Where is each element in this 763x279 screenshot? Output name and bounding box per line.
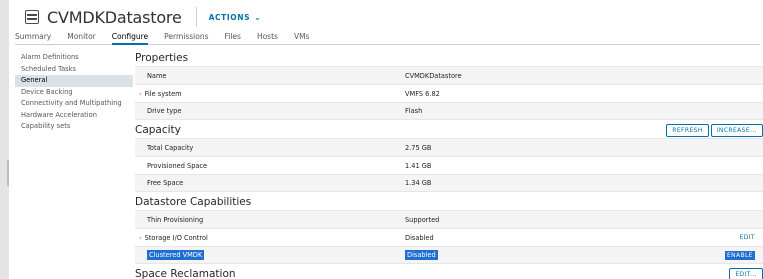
table-row: Free Space 1.34 GB: [135, 174, 763, 192]
row-label-expandable[interactable]: › Storage I/O Control: [139, 233, 208, 242]
tab-permissions[interactable]: Permissions: [164, 30, 208, 45]
table-row[interactable]: › File system VMFS 6.82: [135, 84, 763, 102]
clustered-vmdk-enable-link[interactable]: ENABLE: [724, 250, 755, 260]
datastore-view: CVMDKDatastore ACTIONS ⌄ Summary Monitor…: [9, 0, 763, 279]
left-panel-rail: [0, 0, 9, 279]
row-value: Flash: [405, 107, 423, 115]
row-value: 1.41 GB: [405, 161, 432, 170]
space-reclamation-buttons: EDIT...: [727, 267, 763, 279]
table-row: Total Capacity 2.75 GB: [135, 138, 763, 156]
row-value: CVMDKDatastore: [405, 71, 462, 80]
row-label-text: File system: [144, 89, 182, 98]
sidebar-item-capability-sets[interactable]: Capability sets: [15, 121, 133, 133]
header-divider: [195, 7, 197, 27]
tab-files[interactable]: Files: [224, 30, 240, 45]
sidebar-item-hardware-acceleration[interactable]: Hardware Acceleration: [15, 110, 133, 122]
sidebar-item-device-backing[interactable]: Device Backing: [15, 87, 133, 99]
sidebar-item-general[interactable]: General: [15, 75, 133, 87]
capacity-title: Capacity: [135, 124, 181, 136]
row-label-expandable[interactable]: › File system: [139, 89, 182, 98]
properties-header: Properties: [135, 50, 763, 66]
row-label: Provisioned Space: [147, 161, 208, 170]
table-row: Drive type Flash: [135, 102, 763, 120]
capacity-buttons: REFRESH INCREASE...: [664, 123, 763, 137]
row-label: Total Capacity: [147, 143, 194, 152]
capabilities-header: Datastore Capabilities: [135, 194, 763, 210]
storage-io-edit-link[interactable]: EDIT: [740, 234, 755, 241]
row-label: Drive type: [147, 107, 182, 115]
space-reclamation-edit-button[interactable]: EDIT...: [729, 267, 763, 279]
tab-monitor[interactable]: Monitor: [67, 30, 96, 45]
row-label: Thin Provisioning: [147, 215, 204, 224]
capacity-header: Capacity REFRESH INCREASE...: [135, 122, 763, 138]
datastore-icon: [25, 10, 39, 24]
tab-vms[interactable]: VMs: [294, 30, 310, 45]
table-row[interactable]: › Storage I/O Control Disabled EDIT: [135, 228, 763, 246]
chevron-right-icon[interactable]: ›: [139, 90, 142, 98]
tab-bar: Summary Monitor Configure Permissions Fi…: [15, 30, 760, 45]
table-row: Provisioned Space 1.41 GB: [135, 156, 763, 174]
row-label-text: Storage I/O Control: [144, 233, 208, 242]
properties-title: Properties: [135, 52, 189, 64]
configure-sidebar: Alarm Definitions Scheduled Tasks Genera…: [15, 52, 133, 133]
sidebar-item-alarm-definitions[interactable]: Alarm Definitions: [15, 52, 133, 64]
row-label: Clustered VMDK: [147, 250, 205, 260]
row-label: Name: [147, 71, 167, 80]
chevron-right-icon[interactable]: ›: [139, 234, 142, 242]
capabilities-title: Datastore Capabilities: [135, 196, 252, 208]
tab-hosts[interactable]: Hosts: [257, 30, 278, 45]
sidebar-item-scheduled-tasks[interactable]: Scheduled Tasks: [15, 64, 133, 76]
actions-label[interactable]: ACTIONS: [209, 13, 250, 22]
space-reclamation-title: Space Reclamation: [135, 268, 236, 279]
table-row: Name CVMDKDatastore: [135, 66, 763, 84]
tab-summary[interactable]: Summary: [15, 30, 51, 45]
row-value: Disabled: [405, 250, 438, 260]
row-value: 1.34 GB: [405, 179, 432, 187]
row-value: VMFS 6.82: [405, 89, 440, 98]
sidebar-item-connectivity[interactable]: Connectivity and Multipathing: [15, 98, 133, 110]
header: CVMDKDatastore ACTIONS ⌄: [25, 6, 261, 28]
space-reclamation-header: Space Reclamation EDIT...: [135, 266, 763, 279]
row-value: Disabled: [405, 233, 434, 242]
row-value: 2.75 GB: [405, 143, 432, 152]
row-label: Free Space: [147, 179, 184, 187]
table-row: Thin Provisioning Supported: [135, 210, 763, 228]
refresh-button[interactable]: REFRESH: [666, 123, 709, 137]
increase-button[interactable]: INCREASE...: [710, 123, 763, 137]
actions-menu[interactable]: ACTIONS ⌄: [209, 13, 262, 22]
chevron-down-icon[interactable]: ⌄: [254, 13, 261, 22]
tab-configure[interactable]: Configure: [111, 30, 149, 45]
row-value: Supported: [405, 215, 440, 224]
table-row: Clustered VMDK Disabled ENABLE: [135, 246, 763, 264]
page-title: CVMDKDatastore: [47, 7, 182, 27]
